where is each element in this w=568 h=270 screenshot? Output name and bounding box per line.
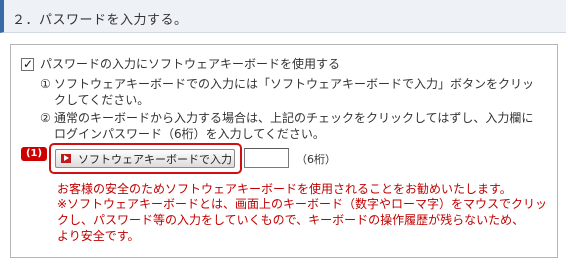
- note-text-line: 通常のキーボードから入力する場合は、上記のチェックをクリックしてはずし、入力欄に: [54, 111, 534, 125]
- software-keyboard-button-label: ソフトウェアキーボードで入力: [78, 153, 232, 166]
- warning-line: より安全です。: [57, 229, 140, 243]
- section-title: ２．パスワードを入力する。: [12, 13, 188, 28]
- note-2: ② 通常のキーボードから入力する場合は、上記のチェックをクリックしてはずし、入力欄…: [40, 110, 533, 126]
- warning-line: クし、パスワード等の入力をしていくもので、キーボードの操作履歴が残らないため、: [57, 213, 525, 227]
- password-input[interactable]: [244, 148, 289, 168]
- software-keyboard-button[interactable]: ソフトウェアキーボードで入力: [55, 149, 235, 168]
- software-keyboard-checkbox[interactable]: ✓: [21, 57, 34, 71]
- note-1: ① ソフトウェアキーボードでの入力には「ソフトウェアキーボードで入力」ボタンをクリ…: [40, 76, 534, 92]
- note-1-continued: クしてください。: [54, 93, 150, 107]
- warning-line: ※ソフトウェアキーボードとは、画面上のキーボード（数字やローマ字）をマウスでクリ…: [57, 197, 548, 211]
- step-badge: (1): [21, 147, 47, 161]
- check-icon: ✓: [23, 57, 34, 71]
- note-number: ②: [40, 111, 51, 125]
- note-2-continued: ログインパスワード（6桁）を入力してください。: [54, 127, 325, 141]
- arrow-right-icon: [61, 154, 71, 163]
- section-header: ２．パスワードを入力する。: [0, 0, 566, 33]
- password-length-hint: （6桁）: [296, 153, 336, 166]
- note-text-line: ソフトウェアキーボードでの入力には「ソフトウェアキーボードで入力」ボタンをクリッ: [54, 77, 535, 91]
- note-number: ①: [40, 77, 51, 91]
- checkbox-label[interactable]: パスワードの入力にソフトウェアキーボードを使用する: [40, 56, 340, 72]
- warning-line: お客様の安全のためソフトウェアキーボードを使用されることをお勧めいたします。: [57, 182, 512, 196]
